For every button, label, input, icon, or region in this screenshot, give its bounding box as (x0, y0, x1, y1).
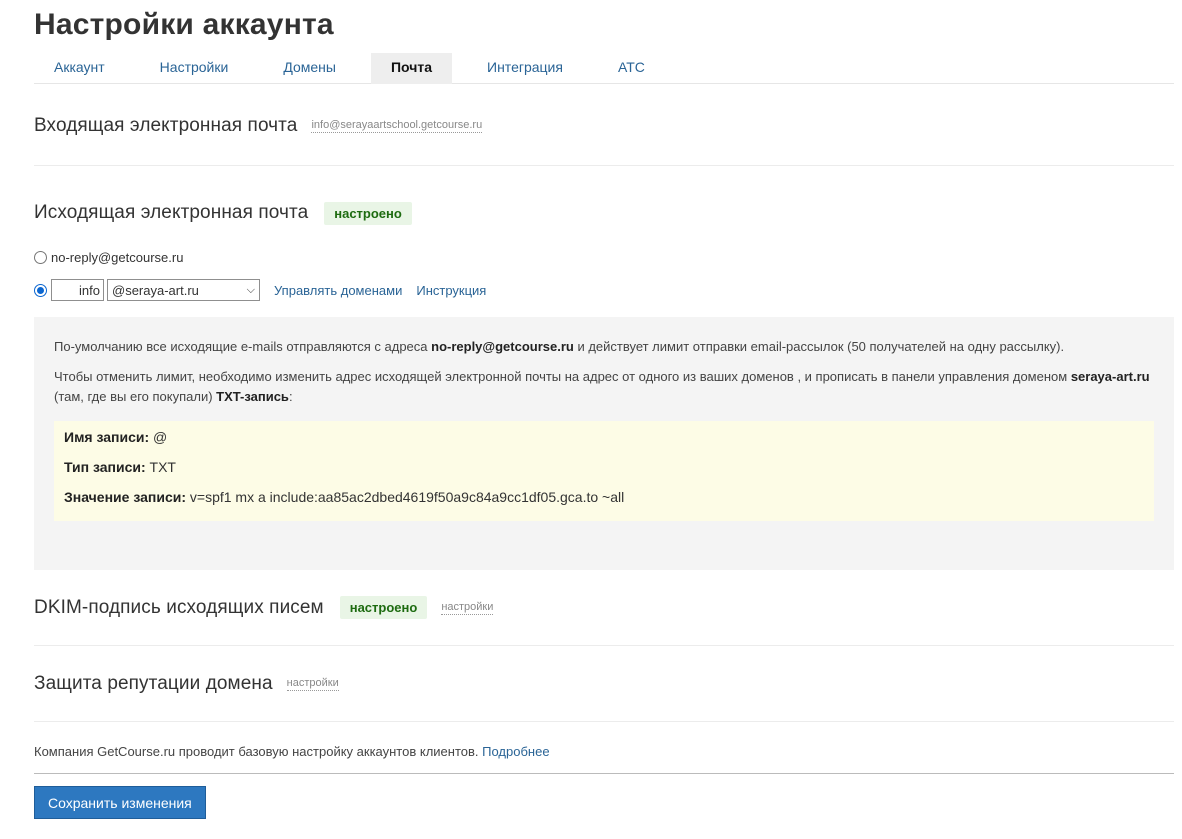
outgoing-mail-header: Исходящая электронная почта настроено (34, 166, 1174, 258)
settings-tabs: Аккаунт Настройки Домены Почта Интеграци… (34, 53, 1174, 84)
record-name-row: Имя записи: @ (64, 429, 168, 445)
record-type-row: Тип записи: TXT (64, 459, 176, 475)
reputation-settings-link[interactable]: настройки (286, 677, 339, 691)
default-sender-label[interactable]: no-reply@getcourse.ru (51, 250, 183, 265)
incoming-mail-address[interactable]: info@serayaartschool.getcourse.ru (311, 119, 483, 133)
spf-info-box: По-умолчанию все исходящие e-mails отпра… (34, 317, 1174, 570)
info-instructions-text: Чтобы отменить лимит, необходимо изменит… (54, 369, 1150, 404)
setup-note-text: Компания GetCourse.ru проводит базовую н… (34, 744, 479, 759)
page-title: Настройки аккаунта (34, 8, 334, 41)
dkim-settings-link[interactable]: настройки (441, 601, 494, 615)
info-limit-text: По-умолчанию все исходящие e-mails отпра… (54, 339, 1065, 354)
setup-note: Компания GetCourse.ru проводит базовую н… (34, 722, 1174, 774)
outgoing-status-badge: настроено (324, 201, 412, 225)
reputation-title: Защита репутации домена (34, 672, 273, 694)
incoming-mail-section: Входящая электронная почта info@serayaar… (34, 84, 1174, 166)
sender-local-part-input[interactable] (51, 279, 104, 301)
mail-settings-page: Настройки аккаунта Аккаунт Настройки Дом… (0, 0, 1182, 819)
tab-mail[interactable]: Почта (370, 53, 453, 84)
sender-domain-select[interactable]: @seraya-art.ru ⌵ (107, 279, 260, 301)
default-sender-option[interactable]: no-reply@getcourse.ru (34, 246, 1174, 268)
dkim-title: DKIM-подпись исходящих писем (34, 596, 324, 618)
domain-name: seraya-art.ru (1070, 369, 1150, 384)
tab-ats[interactable]: АТС (598, 53, 665, 84)
sender-domain-value: @seraya-art.ru (112, 282, 199, 298)
dkim-section: DKIM-подпись исходящих писем настроено н… (34, 570, 1174, 646)
custom-sender-option: @seraya-art.ru ⌵ Управлять доменами Инст… (34, 279, 1174, 301)
outgoing-mail-title: Исходящая электронная почта (34, 202, 309, 223)
tab-domains[interactable]: Домены (263, 53, 356, 84)
tab-settings[interactable]: Настройки (140, 53, 249, 84)
default-sender-radio[interactable] (34, 250, 47, 264)
record-value-row: Значение записи: v=spf1 mx a include:aa8… (64, 489, 625, 505)
default-sender-email: no-reply@getcourse.ru (431, 339, 574, 354)
custom-sender-radio[interactable] (34, 283, 47, 297)
tab-account[interactable]: Аккаунт (34, 53, 125, 84)
chevron-down-icon: ⌵ (246, 283, 255, 296)
manage-domains-link[interactable]: Управлять доменами (274, 283, 402, 298)
tab-integration[interactable]: Интеграция (467, 53, 583, 84)
instruction-link[interactable]: Инструкция (416, 283, 486, 298)
txt-record-box: Имя записи: @ Тип записи: TXT Значение з… (54, 421, 1154, 521)
save-button[interactable]: Сохранить изменения (34, 786, 206, 819)
txt-record-label: TXT-запись (216, 389, 289, 404)
more-link[interactable]: Подробнее (482, 744, 549, 759)
dkim-status-badge: настроено (339, 596, 428, 619)
reputation-section: Защита репутации домена настройки (34, 646, 1174, 722)
incoming-mail-title: Входящая электронная почта (34, 114, 298, 136)
